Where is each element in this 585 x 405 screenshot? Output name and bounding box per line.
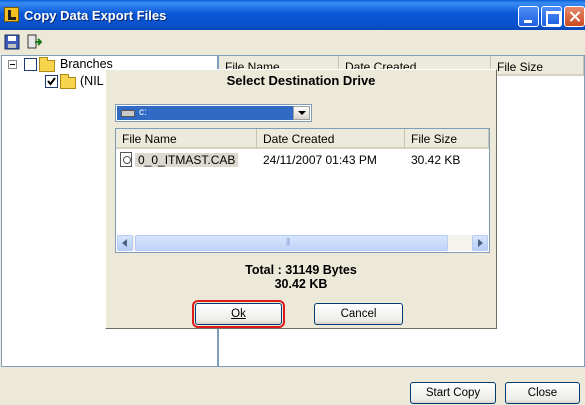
list-item[interactable]: 0_0_ITMAST.CAB xyxy=(135,152,239,168)
scroll-right-icon[interactable] xyxy=(472,235,488,251)
file-name: 0_0_ITMAST.CAB xyxy=(135,153,239,167)
cancel-button[interactable]: Cancel xyxy=(314,303,403,325)
drive-select[interactable]: c: xyxy=(115,104,312,122)
cancel-label: Cancel xyxy=(340,308,377,320)
file-date: 24/11/2007 01:43 PM xyxy=(263,153,377,167)
close-button[interactable]: Close xyxy=(505,382,580,404)
app-icon xyxy=(4,7,19,22)
ok-label: Ok xyxy=(231,308,246,320)
check-icon xyxy=(47,77,56,86)
drive-icon xyxy=(121,110,135,117)
chevron-down-icon[interactable] xyxy=(293,106,310,120)
title-bar: Copy Data Export Files xyxy=(0,0,585,30)
dialog-column-file-size[interactable]: File Size xyxy=(405,129,489,149)
drive-value: c: xyxy=(139,107,147,118)
dialog-column-date-created[interactable]: Date Created xyxy=(257,129,405,149)
scroll-thumb[interactable] xyxy=(135,235,448,251)
horizontal-scrollbar[interactable] xyxy=(117,235,488,251)
tree-collapse-icon[interactable] xyxy=(8,60,17,69)
total-bytes: Total : 31149 Bytes xyxy=(245,263,357,277)
branch-folder-icon xyxy=(60,74,76,89)
start-copy-button[interactable]: Start Copy xyxy=(410,382,496,404)
export-icon[interactable] xyxy=(26,34,42,50)
dialog-column-file-name[interactable]: File Name xyxy=(116,129,257,149)
save-icon[interactable] xyxy=(4,34,20,50)
maximize-button[interactable] xyxy=(541,6,562,27)
cab-file-icon xyxy=(120,152,132,167)
total-kb: 30.42 KB xyxy=(274,277,328,291)
close-window-button[interactable] xyxy=(564,6,585,27)
select-drive-dialog: Select Destination Drive c: File Name Da… xyxy=(105,69,497,329)
file-size: 30.42 KB xyxy=(411,153,461,167)
minimize-button[interactable] xyxy=(518,6,539,27)
branch-checkbox[interactable] xyxy=(45,75,58,88)
window-title: Copy Data Export Files xyxy=(24,8,167,23)
tree-child-label[interactable]: (NIL xyxy=(80,74,104,88)
destination-file-list[interactable]: File Name Date Created File Size 0_0_ITM… xyxy=(115,128,490,253)
dialog-title: Select Destination Drive xyxy=(226,73,376,88)
ok-button[interactable]: Ok xyxy=(192,300,285,328)
column-header-file-size[interactable]: File Size xyxy=(491,56,584,76)
branches-checkbox[interactable] xyxy=(24,58,37,71)
folder-icon xyxy=(39,57,55,72)
scroll-left-icon[interactable] xyxy=(117,235,133,251)
